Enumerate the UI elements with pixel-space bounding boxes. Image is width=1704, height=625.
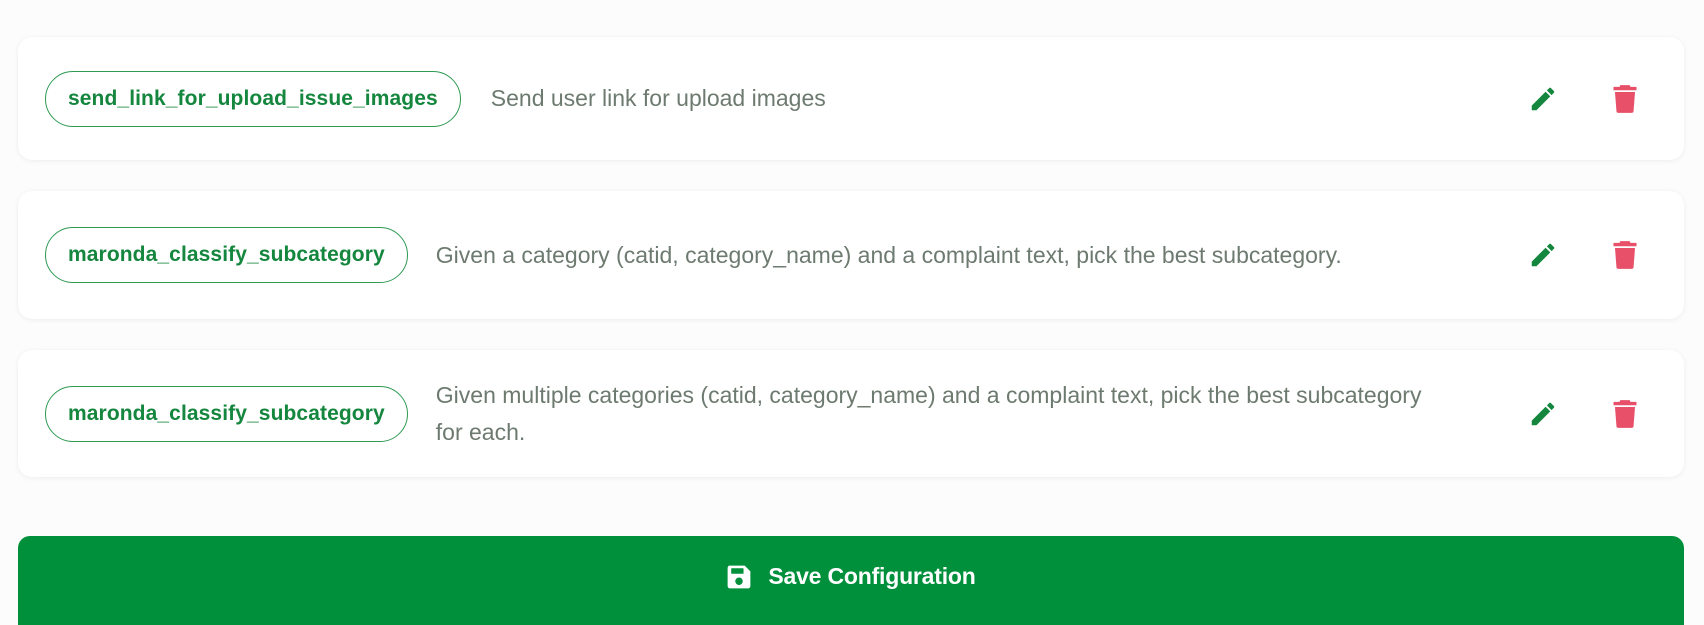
edit-tool-button[interactable] [1521, 233, 1565, 277]
tool-configuration-panel: send_link_for_upload_issue_images Send u… [0, 0, 1704, 625]
tool-description: Send user link for upload images [490, 85, 826, 111]
pencil-icon [1531, 243, 1555, 267]
trash-icon [1613, 241, 1637, 269]
tool-name-tag: maronda_classify_subcategory [45, 385, 408, 442]
tool-card: send_link_for_upload_issue_images Send u… [18, 37, 1684, 160]
delete-tool-button[interactable] [1603, 77, 1647, 121]
tool-card: maronda_classify_subcategory Given multi… [18, 350, 1684, 477]
save-button-label: Save Configuration [768, 563, 976, 589]
edit-tool-button[interactable] [1521, 77, 1565, 121]
floppy-disk-icon [727, 565, 751, 588]
tool-description: Given a category (catid, category_name) … [435, 241, 1342, 268]
delete-tool-button[interactable] [1603, 233, 1647, 277]
save-configuration-button[interactable]: Save Configuration [18, 536, 1684, 625]
delete-tool-button[interactable] [1603, 392, 1647, 436]
tool-card: maronda_classify_subcategory Given a cat… [18, 191, 1684, 319]
tool-name-tag: send_link_for_upload_issue_images [45, 70, 461, 127]
pencil-icon [1531, 402, 1555, 425]
tool-description: Given multiple categories (catid, catego… [435, 381, 1422, 445]
edit-tool-button[interactable] [1521, 392, 1565, 436]
trash-icon [1613, 84, 1637, 113]
tool-name-tag: maronda_classify_subcategory [45, 227, 408, 283]
pencil-icon [1531, 87, 1555, 110]
trash-icon [1613, 399, 1637, 428]
